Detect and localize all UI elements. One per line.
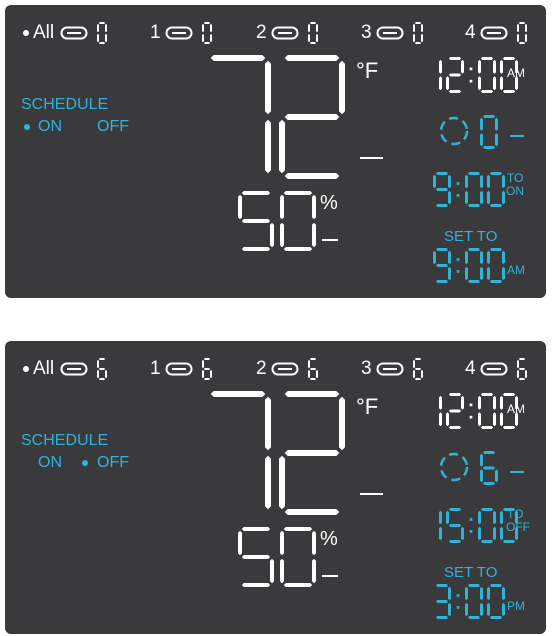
set-to-time-readout [435,584,505,619]
segment-lower-right [448,602,451,617]
digit-0 [487,248,505,283]
set-to-meridiem: PM [507,599,525,613]
segment-top [467,248,481,251]
segment-upper-right [448,250,451,265]
segment-top [489,248,503,251]
digit-0 [465,584,483,619]
segment-bottom [467,280,481,283]
segment-bottom [467,616,481,619]
segment-top [489,584,503,587]
thermostat-display-2: All 1 2 3 4 SCHEDULE ON OFF °F% AM TO OFF SET TO PM [5,341,546,634]
segment-lower-right [480,602,483,617]
digit-9 [433,248,451,283]
segment-bottom [489,280,503,283]
segment-upper-left [433,250,436,265]
segment-lower-left [487,602,490,617]
segment-lower-right [502,266,505,281]
colon-dot [456,606,460,609]
segment-upper-left [487,586,490,601]
segment-bottom [489,616,503,619]
colon-dot [456,270,460,273]
digit-0 [487,584,505,619]
thermostat-display-1: All 1 2 3 4 SCHEDULE ON OFF °F% AM TO ON SET TO AM [5,5,546,298]
segment-lower-left [465,266,468,281]
set-to-time-readout [433,248,505,283]
segment-lower-right [448,266,451,281]
segment-upper-left [465,250,468,265]
colon-dot [456,594,460,597]
segment-bottom [435,280,449,283]
segment-upper-right [448,586,451,601]
segment-upper-right [480,250,483,265]
segment-upper-right [502,250,505,265]
segment-upper-left [487,250,490,265]
colon-dot [456,258,460,261]
segment-lower-left [465,602,468,617]
segment-top [435,248,449,251]
segment-upper-right [480,586,483,601]
segment-upper-right [502,586,505,601]
segment-upper-left [465,586,468,601]
segment-middle [435,264,449,267]
digit-0 [465,248,483,283]
segment-lower-right [480,266,483,281]
digit-3 [435,584,451,619]
segment-lower-right [502,602,505,617]
segment-top [435,584,449,587]
segment-bottom [435,616,449,619]
segment-middle [435,600,449,603]
segment-top [467,584,481,587]
set-to-meridiem: AM [507,263,525,277]
segment-lower-left [487,266,490,281]
